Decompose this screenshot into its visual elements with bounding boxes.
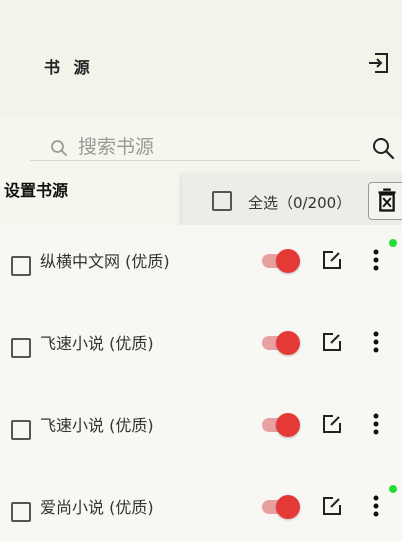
enable-toggle[interactable] bbox=[260, 411, 302, 439]
page-title: 书 源 bbox=[44, 58, 94, 77]
section-title: 设置书源 bbox=[4, 181, 69, 200]
update-indicator-dot bbox=[389, 239, 397, 247]
update-indicator-dot bbox=[389, 485, 397, 493]
edit-icon[interactable] bbox=[321, 249, 343, 271]
select-all-checkbox[interactable] bbox=[212, 191, 232, 211]
delete-button[interactable] bbox=[368, 182, 402, 220]
source-row[interactable]: 爱尚小说 (优质) bbox=[0, 471, 402, 541]
back-arrow-icon[interactable] bbox=[12, 50, 34, 78]
top-app-bar: 书 源 bbox=[0, 0, 402, 118]
edit-icon[interactable] bbox=[321, 495, 343, 517]
select-all-label: 全选（0/200） bbox=[248, 194, 352, 212]
source-name: 飞速小说 (优质) bbox=[40, 334, 154, 353]
enable-toggle[interactable] bbox=[260, 329, 302, 357]
selection-bar: 全选（0/200） bbox=[182, 174, 402, 228]
source-name: 爱尚小说 (优质) bbox=[40, 498, 154, 517]
source-name: 纵横中文网 (优质) bbox=[40, 252, 170, 271]
row-checkbox[interactable] bbox=[11, 338, 31, 358]
more-vertical-icon[interactable] bbox=[366, 493, 386, 519]
delete-icon bbox=[378, 188, 396, 212]
source-row[interactable]: 飞速小说 (优质) bbox=[0, 389, 402, 471]
row-checkbox[interactable] bbox=[11, 256, 31, 276]
import-icon[interactable] bbox=[366, 50, 392, 76]
more-vertical-icon[interactable] bbox=[366, 411, 386, 437]
row-checkbox[interactable] bbox=[11, 502, 31, 522]
row-checkbox[interactable] bbox=[11, 420, 31, 440]
source-row[interactable]: 纵横中文网 (优质) bbox=[0, 225, 402, 307]
search-field[interactable] bbox=[30, 133, 360, 161]
more-vertical-icon[interactable] bbox=[366, 247, 386, 273]
edit-icon[interactable] bbox=[321, 413, 343, 435]
enable-toggle[interactable] bbox=[260, 247, 302, 275]
source-name: 飞速小说 (优质) bbox=[40, 416, 154, 435]
edit-icon[interactable] bbox=[321, 331, 343, 353]
search-button-icon[interactable] bbox=[371, 136, 395, 160]
search-icon bbox=[51, 140, 67, 156]
more-vertical-icon[interactable] bbox=[366, 329, 386, 355]
enable-toggle[interactable] bbox=[260, 493, 302, 521]
search-input[interactable] bbox=[78, 135, 348, 159]
source-row[interactable]: 飞速小说 (优质) bbox=[0, 307, 402, 389]
